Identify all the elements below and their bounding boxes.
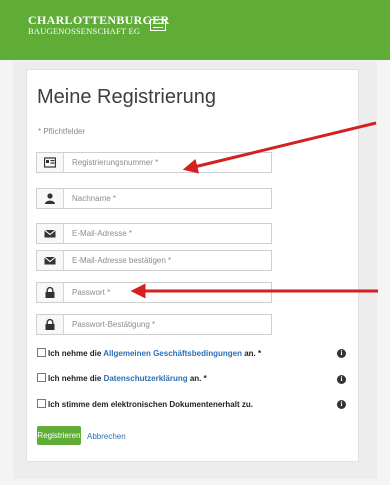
annotation-arrows: [130, 121, 378, 299]
annotation-arrow-registration-number: [182, 121, 377, 174]
